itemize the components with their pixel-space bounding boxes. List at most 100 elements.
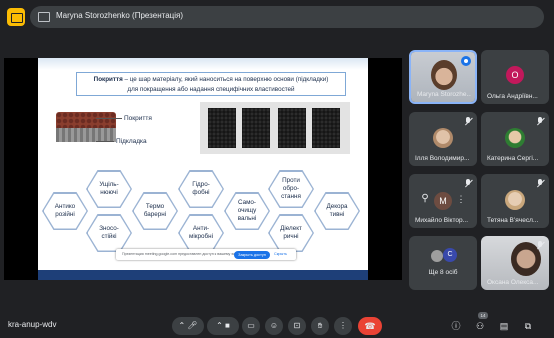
hex-hydrophobic: Гідро- фобні <box>178 170 224 208</box>
avatar <box>505 128 525 148</box>
hex-label: Декора тивні <box>326 203 348 218</box>
stop-sharing-button[interactable]: Закрыть доступ <box>234 250 270 259</box>
more-options-icon[interactable]: ⋮ <box>427 190 477 208</box>
mic-button[interactable]: ⌃ 🎤︎ <box>172 317 204 335</box>
raise-hand-button[interactable]: ✋︎ <box>311 317 329 335</box>
coating-label: Покриття <box>124 115 152 122</box>
slide-title-definition: – це шар матеріалу, який наноситься на п… <box>122 76 329 83</box>
participant-count-badge: 14 <box>478 312 488 319</box>
hex-label: Ущіль- нюючі <box>99 181 119 196</box>
substrate-pointer <box>96 141 114 142</box>
participant-name: Катерина Сергі... <box>487 155 539 162</box>
hex-hardening: Ущіль- нюючі <box>86 170 132 208</box>
presenter-label: Maryna Storozhenko (Презентація) <box>56 11 183 20</box>
sample-3 <box>278 108 306 148</box>
captions-icon: ▭ <box>247 321 255 330</box>
participant-name: Оксана Олекса... <box>487 279 539 286</box>
activities-icon[interactable]: ⧉ <box>520 318 536 334</box>
hex-decorative: Декора тивні <box>314 192 360 230</box>
presenter-pill[interactable]: Maryna Storozhenko (Презентація) <box>30 6 544 28</box>
camera-button[interactable]: ⌃ ■ <box>207 317 239 335</box>
hex-label: Діелект ричні <box>280 225 302 240</box>
hex-wear: Зносо- стійкі <box>86 214 132 252</box>
hex-label: Термо барерні <box>143 203 167 218</box>
slide-footer-band <box>38 270 368 280</box>
substrate-label: Підкладка <box>116 138 147 145</box>
avatar <box>505 190 525 210</box>
participant-tile-olga[interactable]: О Ольга Андріївн... <box>481 50 549 104</box>
mic-off-icon <box>536 179 544 187</box>
present-button[interactable]: ⊡ <box>288 317 306 335</box>
slide-title-box: Покриття – це шар матеріалу, який наноси… <box>76 72 346 96</box>
meeting-code: kra-anup-wdv <box>8 320 57 329</box>
participant-tile-kateryna[interactable]: Катерина Сергі... <box>481 112 549 166</box>
present-to-all-icon[interactable] <box>7 8 25 26</box>
speaking-icon <box>461 56 471 66</box>
chat-icon[interactable]: ▤ <box>496 318 512 334</box>
coating-samples-photo <box>200 102 350 154</box>
participant-name: Maryna Storozhe... <box>417 91 471 98</box>
raise-hand-icon: ✋︎ <box>317 321 323 330</box>
participant-tile-maryna[interactable]: Maryna Storozhe... <box>409 50 477 104</box>
participant-name: Ольга Андріївн... <box>487 93 538 100</box>
emoji-button[interactable]: ☺ <box>265 317 283 335</box>
sample-1 <box>208 108 236 148</box>
coating-layer <box>56 112 116 128</box>
hex-label: Антико розійні <box>54 203 76 218</box>
slide-title-line-1: Покриття – це шар матеріалу, який наноси… <box>77 76 345 83</box>
participant-name: Тетяна В’ячесл... <box>487 217 539 224</box>
mic-off-icon <box>464 117 472 125</box>
participant-name: Михайло Віктор... <box>415 217 469 224</box>
coating-layer-illustration <box>56 112 116 144</box>
people-icon[interactable]: ⚇ <box>472 318 488 334</box>
sample-4 <box>312 108 340 148</box>
info-icon[interactable]: ⓘ <box>448 318 464 334</box>
presenter-bar: Maryna Storozhenko (Презентація) <box>0 0 554 36</box>
participant-tile-mykhailo[interactable]: ⚲ М ⋮ Михайло Віктор... <box>409 174 477 228</box>
slide-header-band <box>38 58 368 70</box>
camera-icon: ⌃ ■ <box>216 321 230 330</box>
participant-tile-more[interactable]: С Ще 8 осіб <box>409 236 477 290</box>
mic-off-icon <box>536 241 544 249</box>
participant-face <box>431 60 457 90</box>
slide-title-line-2: для покращення або надання специфічних в… <box>127 86 295 93</box>
participant-tile-oksana[interactable]: Оксана Олекса... <box>481 236 549 290</box>
mic-off-icon <box>464 179 472 187</box>
hex-label: Анти- мікробні <box>189 225 213 240</box>
presentation-icon <box>38 12 50 22</box>
hide-notice-link[interactable]: Скрыть <box>274 252 287 256</box>
hex-antimicrobial: Анти- мікробні <box>178 214 224 252</box>
avatar: С <box>443 248 457 262</box>
participant-name: Ілля Володимир... <box>415 155 470 162</box>
substrate-layer <box>56 128 116 142</box>
end-call-button[interactable]: ☎︎ <box>358 317 382 335</box>
captions-button[interactable]: ▭ <box>242 317 260 335</box>
hex-label: Проти обро- стання <box>281 177 301 200</box>
hex-dielectric: Діелект ричні <box>268 214 314 252</box>
emoji-icon: ☺ <box>269 321 279 330</box>
coating-pointer <box>96 118 122 119</box>
hex-anticorrosion: Антико розійні <box>42 192 88 230</box>
participant-tile-tetiana[interactable]: Тетяна В’ячесл... <box>481 174 549 228</box>
screen-share-notice: Презентация meeting.google.com предостав… <box>116 249 296 260</box>
avatar: О <box>506 66 524 84</box>
mic-icon: ⌃ 🎤︎ <box>178 321 198 330</box>
slide-title-term: Покриття <box>93 76 123 83</box>
shared-screen: Покриття – це шар матеріалу, який наноси… <box>4 58 402 280</box>
present-icon: ⊡ <box>293 321 301 330</box>
avatar <box>433 128 453 148</box>
end-call-icon: ☎︎ <box>364 321 376 331</box>
hex-label: Само- очищу вальні <box>237 199 257 222</box>
notice-text: Презентация meeting.google.com предостав… <box>122 252 243 256</box>
hex-thermal: Термо барерні <box>132 192 178 230</box>
hex-selfcleaning: Само- очищу вальні <box>224 192 270 230</box>
presentation-slide: Покриття – це шар матеріалу, який наноси… <box>38 58 368 280</box>
sample-2 <box>242 108 270 148</box>
participant-tile-illia[interactable]: Ілля Володимир... <box>409 112 477 166</box>
mic-off-icon <box>536 117 544 125</box>
hex-label: Зносо- стійкі <box>99 225 119 240</box>
hex-antifouling: Проти обро- стання <box>268 170 314 208</box>
more-options-icon: ⋮ <box>339 321 347 330</box>
more-options-button[interactable]: ⋮ <box>334 317 352 335</box>
hex-label: Гідро- фобні <box>192 181 210 196</box>
